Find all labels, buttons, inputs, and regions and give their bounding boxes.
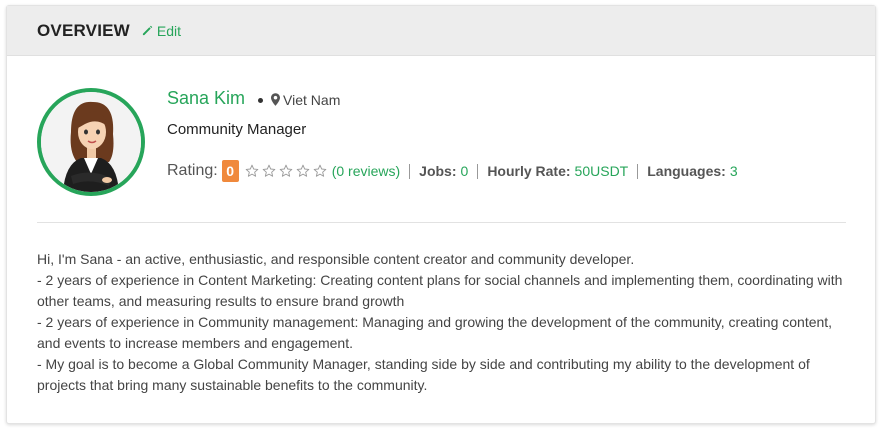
languages-value: 3 — [729, 163, 738, 179]
divider — [637, 163, 639, 179]
profile-bio: Hi, I'm Sana - an active, enthusiastic, … — [37, 249, 852, 396]
rating-label: Rating: — [167, 162, 218, 179]
jobs-label: Jobs: — [419, 163, 457, 179]
profile-name-row: Sana Kim Viet Nam — [167, 88, 340, 109]
avatar-illustration — [41, 92, 141, 192]
bio-paragraph: - My goal is to become a Global Communit… — [37, 356, 810, 393]
profile-role: Community Manager — [167, 121, 307, 138]
location: Viet Nam — [271, 92, 340, 108]
jobs-value: 0 — [460, 163, 469, 179]
location-text: Viet Nam — [283, 91, 341, 108]
edit-button[interactable]: Edit — [142, 23, 181, 39]
star-rating — [245, 164, 330, 178]
avatar — [37, 88, 145, 196]
divider — [409, 163, 411, 179]
profile-name: Sana Kim — [167, 88, 246, 108]
hourly-rate-label: Hourly Rate: — [487, 163, 571, 179]
overview-card: OVERVIEW Edit Sana Kim Viet Nam Communit… — [6, 5, 876, 424]
map-marker-icon — [271, 93, 281, 106]
star-outline-icon — [262, 164, 276, 177]
languages-label: Languages: — [647, 163, 726, 179]
reviews-link[interactable]: (0 reviews) — [332, 163, 400, 179]
edit-label: Edit — [156, 22, 182, 39]
star-outline-icon — [296, 164, 310, 177]
bio-paragraph: Hi, I'm Sana - an active, enthusiastic, … — [37, 251, 635, 267]
section-title: OVERVIEW — [37, 20, 130, 40]
star-outline-icon — [279, 164, 293, 177]
separator-dot — [258, 98, 264, 103]
profile-stats: Rating: 0 (0 reviews) Jobs: 0 Hourly Rat… — [167, 160, 738, 182]
pencil-icon — [142, 25, 153, 36]
star-outline-icon — [313, 164, 327, 177]
hourly-rate-value: 50USDT — [574, 163, 629, 179]
rating-badge: 0 — [221, 160, 239, 182]
bio-paragraph: - 2 years of experience in Community man… — [37, 314, 833, 351]
divider — [477, 163, 479, 179]
card-header: OVERVIEW Edit — [7, 6, 875, 56]
star-outline-icon — [245, 164, 259, 177]
bio-paragraph: - 2 years of experience in Content Marke… — [37, 272, 843, 309]
section-divider — [37, 222, 846, 223]
